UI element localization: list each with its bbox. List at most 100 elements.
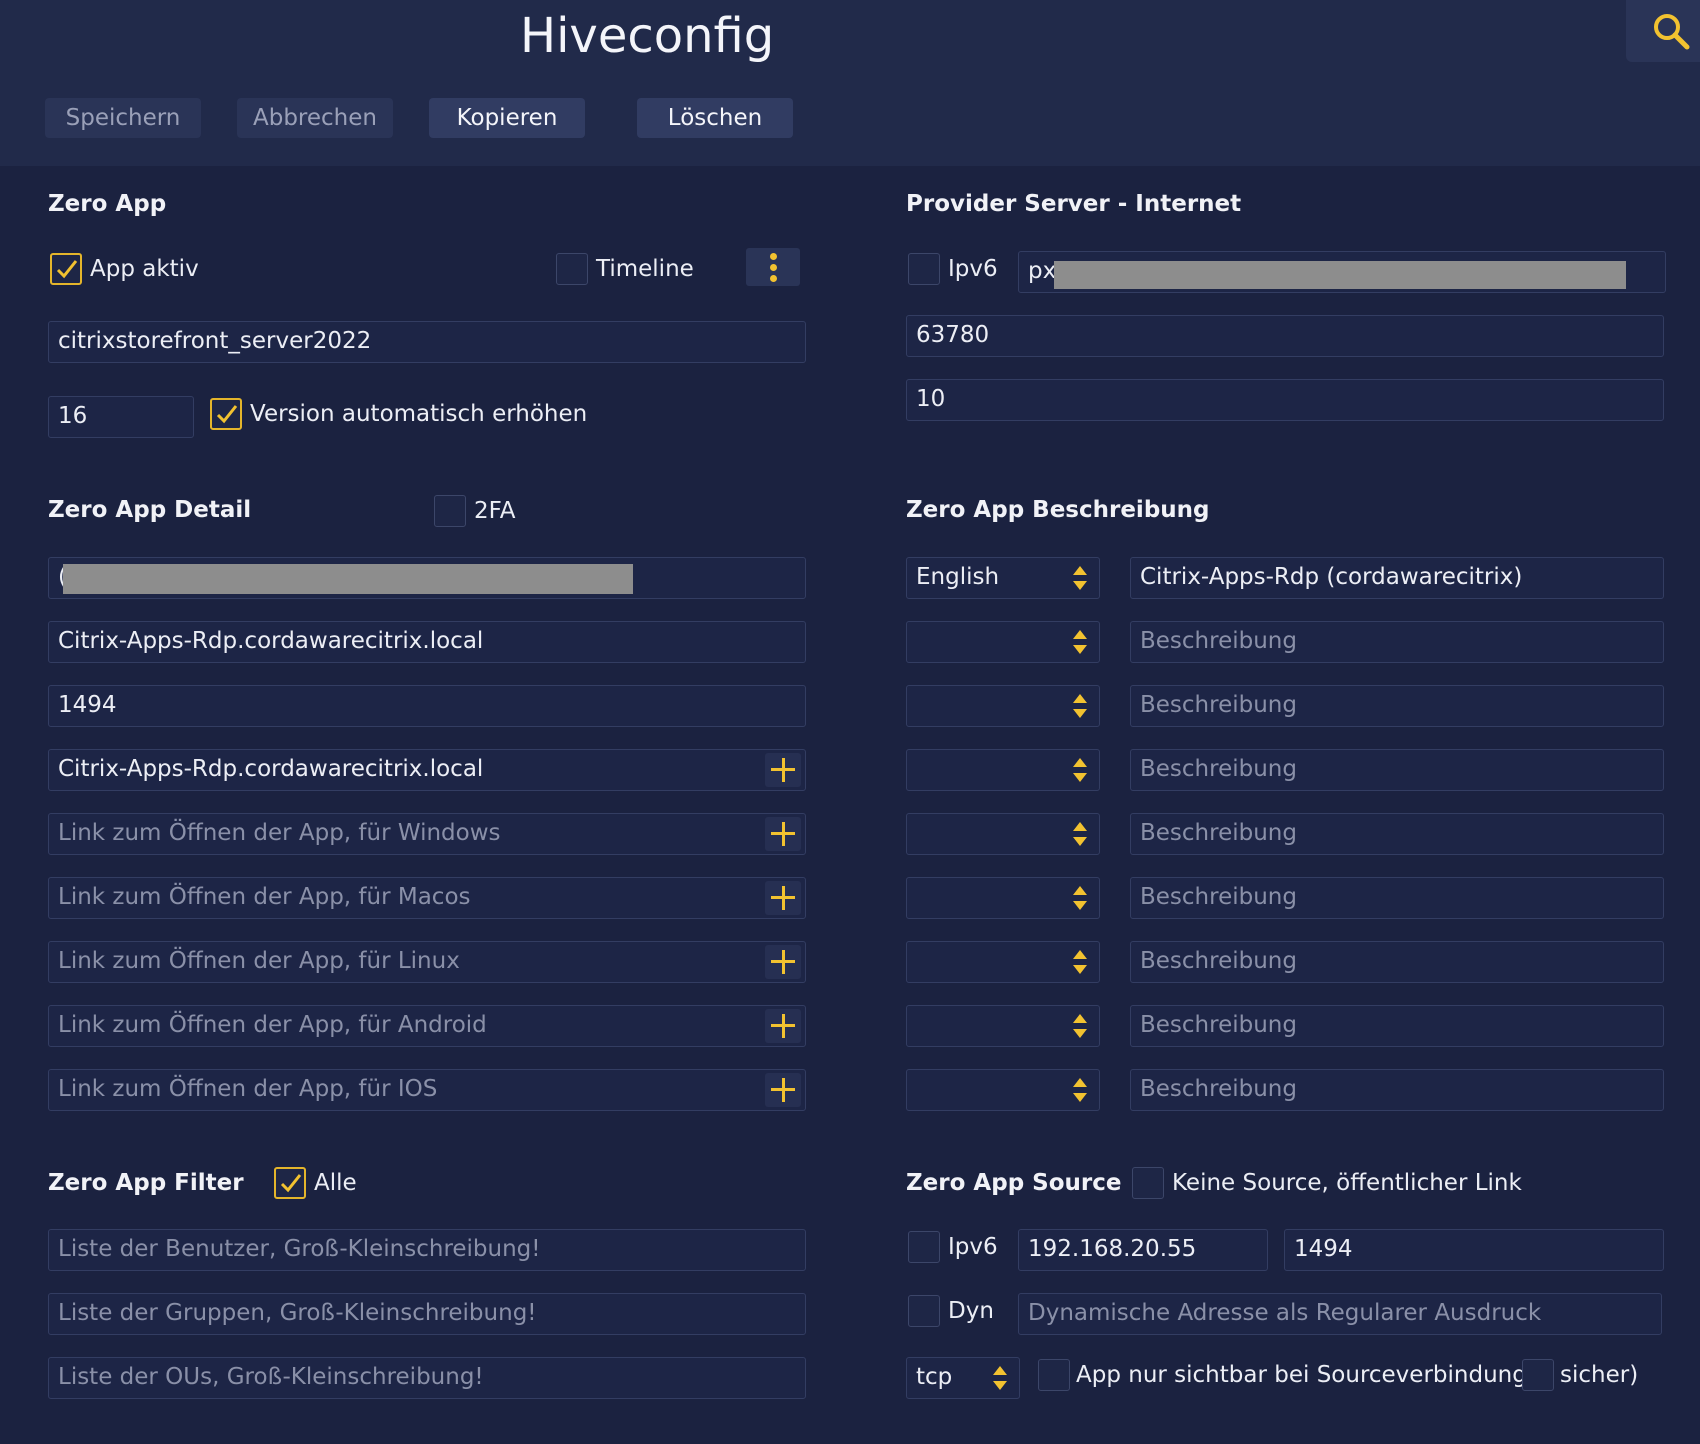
language-select[interactable] [906, 685, 1100, 727]
link-field[interactable]: Citrix-Apps-Rdp.cordawarecitrix.local [48, 749, 806, 791]
delete-button[interactable]: Löschen [637, 98, 793, 138]
language-select[interactable] [906, 1069, 1100, 1111]
plus-icon[interactable] [765, 945, 801, 979]
app-name-field[interactable]: citrixstorefront_server2022 [48, 321, 806, 363]
link-linux-field[interactable]: Link zum Öffnen der App, für Linux [48, 941, 806, 983]
link-ios-placeholder: Link zum Öffnen der App, für IOS [58, 1076, 438, 1102]
cancel-button[interactable]: Abbrechen [237, 98, 393, 138]
detail-host-field[interactable]: Citrix-Apps-Rdp.cordawarecitrix.local [48, 621, 806, 663]
link-macos-placeholder: Link zum Öffnen der App, für Macos [58, 884, 471, 910]
redacted-block [63, 564, 633, 594]
description-field[interactable]: Beschreibung [1130, 1069, 1664, 1111]
visible-only-checkbox[interactable] [1038, 1359, 1070, 1391]
copy-button[interactable]: Kopieren [429, 98, 585, 138]
provider-host-field[interactable]: px [1018, 251, 1666, 293]
filter-users-field[interactable]: Liste der Benutzer, Groß-Kleinschreibung… [48, 1229, 806, 1271]
protocol-select[interactable]: tcp [906, 1357, 1020, 1399]
provider-port-field[interactable]: 63780 [906, 315, 1664, 357]
language-select[interactable] [906, 813, 1100, 855]
kebab-menu-icon [770, 253, 777, 260]
spinner-arrows-icon [1073, 694, 1087, 718]
language-select[interactable] [906, 621, 1100, 663]
app-title: Hiveconfig [520, 8, 775, 64]
checkmark-icon [56, 260, 78, 279]
save-button[interactable]: Speichern [45, 98, 201, 138]
description-field[interactable]: Beschreibung [1130, 685, 1664, 727]
plus-icon[interactable] [765, 1073, 801, 1107]
description-field[interactable]: Beschreibung [1130, 941, 1664, 983]
no-source-checkbox[interactable] [1132, 1167, 1164, 1199]
plus-icon[interactable] [765, 817, 801, 851]
auto-version-checkbox[interactable] [210, 398, 242, 430]
filter-title: Zero App Filter [48, 1170, 244, 1196]
spinner-arrows-icon [1073, 1014, 1087, 1038]
description-field[interactable]: Beschreibung [1130, 813, 1664, 855]
plus-icon[interactable] [765, 1009, 801, 1043]
secure-checkbox[interactable] [1522, 1359, 1554, 1391]
language-select[interactable] [906, 941, 1100, 983]
link-ios-field[interactable]: Link zum Öffnen der App, für IOS [48, 1069, 806, 1111]
source-ipv6-label: Ipv6 [948, 1234, 998, 1260]
description-field[interactable]: Beschreibung [1130, 621, 1664, 663]
dyn-checkbox[interactable] [908, 1295, 940, 1327]
filter-groups-field[interactable]: Liste der Gruppen, Groß-Kleinschreibung! [48, 1293, 806, 1335]
language-select[interactable] [906, 749, 1100, 791]
spinner-arrows-icon [1073, 630, 1087, 654]
provider-extra-field[interactable]: 10 [906, 379, 1664, 421]
dyn-address-field[interactable]: Dynamische Adresse als Regularer Ausdruc… [1018, 1293, 1662, 1335]
checkmark-icon [280, 1174, 302, 1193]
redacted-block [1054, 261, 1626, 289]
provider-ipv6-label: Ipv6 [948, 256, 998, 282]
timeline-checkbox[interactable] [556, 253, 588, 285]
timeline-label: Timeline [596, 256, 694, 282]
app-active-checkbox[interactable] [50, 253, 82, 285]
description-field[interactable]: Beschreibung [1130, 1005, 1664, 1047]
checkmark-icon [216, 405, 238, 424]
auto-version-label: Version automatisch erhöhen [250, 401, 588, 427]
provider-ipv6-checkbox[interactable] [908, 253, 940, 285]
search-icon [1654, 14, 1690, 50]
spinner-arrows-icon [1073, 822, 1087, 846]
description-field[interactable]: Beschreibung [1130, 749, 1664, 791]
description-field[interactable]: Beschreibung [1130, 877, 1664, 919]
spinner-arrows-icon [993, 1366, 1007, 1390]
spinner-arrows-icon [1073, 950, 1087, 974]
link-value: Citrix-Apps-Rdp.cordawarecitrix.local [58, 756, 484, 782]
language-select[interactable]: English [906, 557, 1100, 599]
search-button[interactable] [1626, 0, 1700, 62]
version-field[interactable]: 16 [48, 396, 194, 438]
twofa-checkbox[interactable] [434, 495, 466, 527]
link-macos-field[interactable]: Link zum Öffnen der App, für Macos [48, 877, 806, 919]
language-select[interactable] [906, 1005, 1100, 1047]
detail-redacted-field[interactable]: ( [48, 557, 806, 599]
link-windows-field[interactable]: Link zum Öffnen der App, für Windows [48, 813, 806, 855]
filter-all-label: Alle [314, 1170, 357, 1196]
protocol-value: tcp [916, 1364, 953, 1390]
description-field[interactable]: Citrix-Apps-Rdp (cordawarecitrix) [1130, 557, 1664, 599]
source-ip-field[interactable]: 192.168.20.55 [1018, 1229, 1268, 1271]
kebab-dot [770, 264, 777, 271]
kebab-dot [770, 275, 777, 282]
source-title: Zero App Source [906, 1170, 1122, 1196]
spinner-arrows-icon [1073, 566, 1087, 590]
detail-title: Zero App Detail [48, 497, 252, 523]
source-port-field[interactable]: 1494 [1284, 1229, 1664, 1271]
plus-icon[interactable] [765, 881, 801, 915]
filter-ous-field[interactable]: Liste der OUs, Groß-Kleinschreibung! [48, 1357, 806, 1399]
plus-icon[interactable] [765, 753, 801, 787]
source-ipv6-checkbox[interactable] [908, 1231, 940, 1263]
header-bar: Hiveconfig Speichern Abbrechen Kopieren … [0, 0, 1700, 166]
language-select[interactable] [906, 877, 1100, 919]
filter-all-checkbox[interactable] [274, 1167, 306, 1199]
link-windows-placeholder: Link zum Öffnen der App, für Windows [58, 820, 501, 846]
detail-port-field[interactable]: 1494 [48, 685, 806, 727]
provider-host-value: px [1028, 258, 1057, 284]
spinner-arrows-icon [1073, 758, 1087, 782]
secure-label: sicher) [1560, 1362, 1639, 1388]
language-value: English [916, 564, 1000, 590]
app-active-label: App aktiv [90, 256, 199, 282]
more-options-button[interactable] [746, 248, 800, 286]
link-linux-placeholder: Link zum Öffnen der App, für Linux [58, 948, 460, 974]
link-android-field[interactable]: Link zum Öffnen der App, für Android [48, 1005, 806, 1047]
zero-app-title: Zero App [48, 191, 167, 217]
